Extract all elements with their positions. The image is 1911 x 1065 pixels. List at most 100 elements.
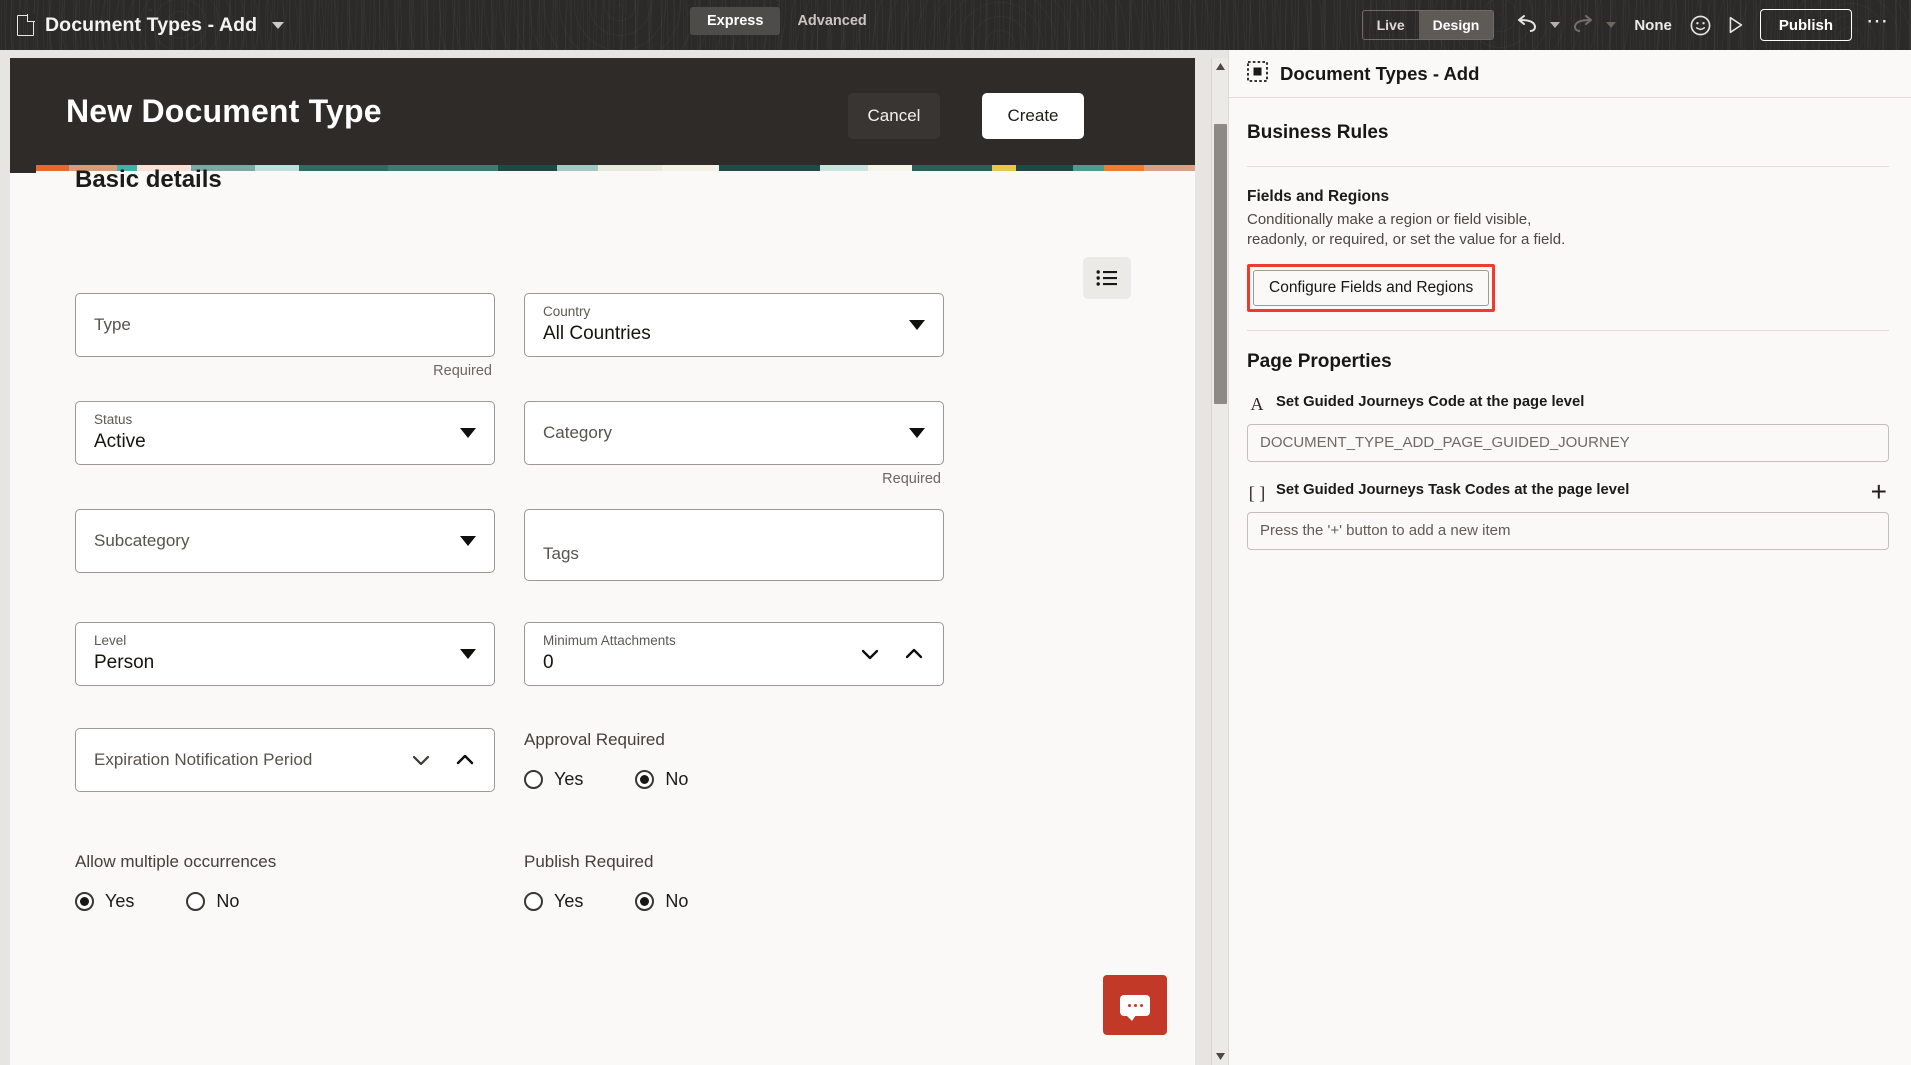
approval-required-yes[interactable]: Yes (524, 769, 583, 790)
toggle-live[interactable]: Live (1363, 11, 1419, 39)
allow-multiple-occurrences-no-label: No (216, 891, 240, 911)
page-properties-heading: Page Properties (1247, 350, 1392, 372)
country-value: All Countries (543, 323, 651, 344)
minimum-attachments-label: Minimum Attachments (543, 633, 676, 648)
approval-required-yes-radio[interactable] (524, 770, 543, 789)
array-field-icon: [ ] (1248, 482, 1266, 503)
properties-panel-header: Document Types - Add (1229, 50, 1911, 98)
scroll-down-arrow[interactable] (1212, 1048, 1229, 1065)
guided-journeys-code-row: A Set Guided Journeys Code at the page l… (1247, 394, 1889, 416)
expiration-decrement-chevron-down-icon[interactable] (410, 749, 432, 771)
approval-required-no[interactable]: No (635, 769, 688, 790)
scroll-up-arrow[interactable] (1212, 58, 1229, 75)
undo-icon[interactable] (1510, 8, 1544, 42)
design-canvas: New Document Type Cancel Create Basic de… (0, 50, 1228, 1065)
allow-multiple-occurrences-group: Allow multiple occurrences Yes No (75, 850, 495, 912)
row-spacer (75, 792, 1155, 850)
minimum-attachments-increment-chevron-up-icon[interactable] (903, 643, 925, 665)
level-dropdown[interactable]: Level Person (75, 622, 495, 686)
publish-required-yes[interactable]: Yes (524, 891, 583, 912)
approval-required-no-radio[interactable] (635, 770, 655, 789)
configure-fields-and-regions-button[interactable]: Configure Fields and Regions (1253, 269, 1490, 306)
allow-multiple-occurrences-no-radio[interactable] (186, 892, 206, 911)
publish-required-yes-radio[interactable] (524, 892, 543, 911)
minimum-attachments-stepper[interactable]: Minimum Attachments 0 (524, 622, 944, 686)
allow-multiple-occurrences-options: Yes No (75, 891, 495, 912)
publish-required-label: Publish Required (524, 852, 654, 871)
minimum-attachments-decrement-chevron-down-icon[interactable] (859, 643, 881, 665)
page-title: New Document Type (66, 93, 382, 129)
publish-required-no[interactable]: No (635, 891, 688, 912)
page-region-icon (1247, 60, 1268, 87)
device-selector[interactable]: None (1622, 17, 1684, 34)
category-required-text: Required (882, 471, 941, 487)
form-row-3: Subcategory Tags (75, 509, 1155, 581)
expiration-increment-chevron-up-icon[interactable] (454, 749, 476, 771)
overflow-menu-icon[interactable]: ⋯ (1858, 8, 1897, 42)
subcategory-chevron-down-icon[interactable] (460, 536, 476, 546)
redo-history-chevron[interactable] (1600, 8, 1622, 42)
tab-advanced[interactable]: Advanced (780, 7, 883, 35)
publish-required-group: Publish Required Yes No (524, 850, 944, 912)
fields-and-regions-title: Fields and Regions (1247, 188, 1390, 205)
smiley-icon[interactable] (1684, 8, 1718, 42)
chat-bubble-icon[interactable] (1103, 975, 1167, 1035)
scrollbar-thumb[interactable] (1214, 124, 1227, 404)
type-required-text: Required (433, 363, 492, 379)
level-chevron-down-icon[interactable] (460, 649, 476, 659)
play-preview-icon[interactable] (1718, 8, 1752, 42)
level-value: Person (94, 652, 155, 673)
guided-journeys-code-input[interactable]: DOCUMENT_TYPE_ADD_PAGE_GUIDED_JOURNEY (1247, 423, 1889, 463)
tab-express[interactable]: Express (690, 7, 781, 35)
status-dropdown[interactable]: Status Active (75, 401, 495, 465)
row-spacer (75, 581, 1155, 622)
approval-required-no-label: No (665, 769, 689, 789)
category-chevron-down-icon[interactable] (909, 428, 925, 438)
create-button[interactable]: Create (982, 93, 1084, 139)
form-row-4: Level Person Minimum Attachments 0 (75, 622, 1155, 686)
field-category-wrapper: Category Required (524, 401, 944, 487)
business-rules-heading: Business Rules (1247, 122, 1389, 143)
field-level-wrapper: Level Person (75, 622, 495, 686)
row-spacer (75, 487, 1155, 509)
field-subcategory-wrapper: Subcategory (75, 509, 495, 581)
field-type-wrapper: Type Required (75, 293, 495, 379)
allow-multiple-occurrences-no[interactable]: No (186, 891, 239, 912)
text-field-icon: A (1250, 394, 1264, 415)
page-header-banner: New Document Type Cancel Create (10, 58, 1195, 173)
country-dropdown[interactable]: Country All Countries (524, 293, 944, 357)
status-chevron-down-icon[interactable] (460, 428, 476, 438)
publish-required-yes-label: Yes (554, 891, 584, 911)
toggle-design[interactable]: Design (1418, 11, 1494, 39)
approval-required-yes-label: Yes (554, 769, 584, 789)
allow-multiple-occurrences-yes-radio[interactable] (75, 892, 94, 911)
guided-journeys-tasks-empty-state[interactable]: Press the '+' button to add a new item (1247, 512, 1889, 551)
properties-panel: Document Types - Add Business Rules Fiel… (1228, 50, 1911, 1065)
publish-button[interactable]: Publish (1759, 9, 1852, 41)
toolbar-right-group: Live Design None Publish ⋯ (1361, 0, 1897, 50)
publish-required-no-radio[interactable] (635, 892, 655, 911)
form-row-6: Allow multiple occurrences Yes No Publis… (75, 850, 1155, 912)
redo-icon[interactable] (1566, 8, 1600, 42)
properties-panel-title: Document Types - Add (1280, 62, 1480, 84)
country-chevron-down-icon[interactable] (909, 320, 925, 330)
allow-multiple-occurrences-yes[interactable]: Yes (75, 891, 134, 912)
category-placeholder: Category (543, 423, 612, 442)
plus-icon[interactable]: + (1869, 478, 1889, 505)
form-row-5: Expiration Notification Period Approval … (75, 728, 1155, 792)
basic-details-card: Basic details Type Required Country All … (36, 166, 1195, 1065)
undo-history-chevron[interactable] (1544, 8, 1566, 42)
category-dropdown[interactable]: Category (524, 401, 944, 465)
form-row-1: Type Required Country All Countries (75, 293, 1155, 379)
mode-tab-group: Express Advanced (690, 7, 884, 35)
type-input[interactable]: Type (75, 293, 495, 357)
expiration-notification-period-stepper[interactable]: Expiration Notification Period (75, 728, 495, 792)
row-spacer (75, 379, 1155, 401)
subcategory-dropdown[interactable]: Subcategory (75, 509, 495, 573)
app-title-chevron-down-icon[interactable] (272, 21, 285, 29)
cancel-button[interactable]: Cancel (848, 93, 940, 139)
status-label: Status (94, 412, 133, 427)
tags-input[interactable]: Tags (524, 509, 944, 581)
canvas-vertical-scrollbar[interactable] (1211, 58, 1228, 1065)
app-title: Document Types - Add (45, 13, 258, 36)
